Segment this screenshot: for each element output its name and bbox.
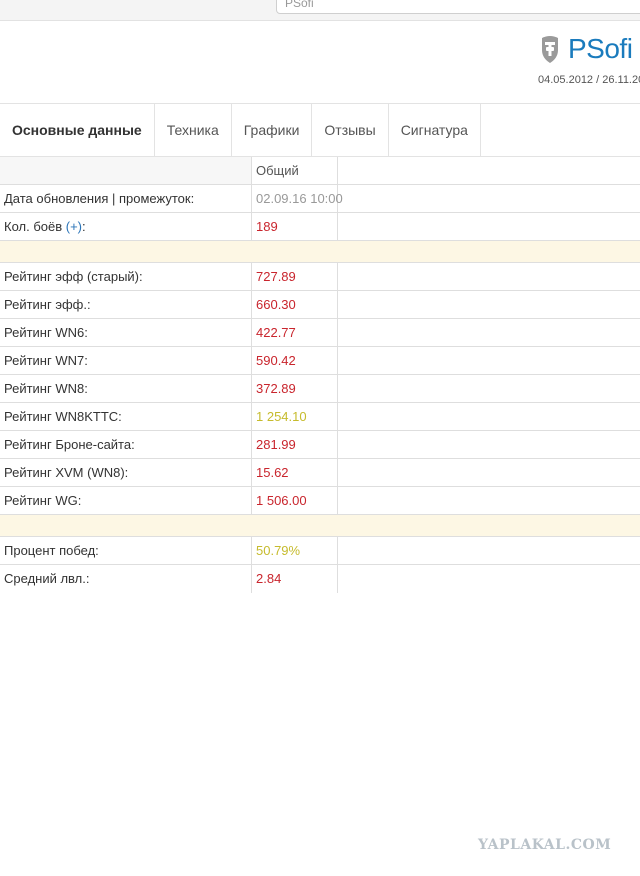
rating-label: Рейтинг WN7: xyxy=(0,347,252,374)
rating-value: 590.42 xyxy=(252,347,338,374)
player-title: PSofi xyxy=(540,33,633,64)
table-row-rating: Рейтинг WN8: 372.89 xyxy=(0,375,640,403)
section-separator xyxy=(0,241,640,263)
rating-label: Рейтинг XVM (WN8): xyxy=(0,459,252,486)
tab-4[interactable]: Сигнатура xyxy=(389,104,481,156)
player-name: PSofi xyxy=(568,33,633,64)
rating-value: 422.77 xyxy=(252,319,338,346)
battles-value: 189 xyxy=(252,213,338,240)
avglevel-value: 2.84 xyxy=(252,565,338,593)
battles-label: Кол. боёв (+): xyxy=(0,213,252,240)
winrate-label: Процент побед: xyxy=(0,537,252,564)
header-empty-cell xyxy=(0,157,252,184)
table-row-rating: Рейтинг Броне-сайта: 281.99 xyxy=(0,431,640,459)
rating-value: 15.62 xyxy=(252,459,338,486)
table-row-rating: Рейтинг XVM (WN8): 15.62 xyxy=(0,459,640,487)
winrate-value: 50.79% xyxy=(252,537,338,564)
table-row-avglevel: Средний лвл.: 2.84 xyxy=(0,565,640,593)
table-row-rating: Рейтинг эфф (старый): 727.89 xyxy=(0,263,640,291)
watermark: YAPLAKAL.COM xyxy=(478,837,612,853)
rating-label: Рейтинг WN8KTTC: xyxy=(0,403,252,430)
table-header-row: Общий xyxy=(0,157,640,185)
top-bar: PSofi xyxy=(0,0,640,21)
rating-value: 281.99 xyxy=(252,431,338,458)
column-header-overall: Общий xyxy=(252,157,338,184)
tab-1[interactable]: Техника xyxy=(155,104,232,156)
rating-label: Рейтинг Броне-сайта: xyxy=(0,431,252,458)
table-row-rating: Рейтинг WN6: 422.77 xyxy=(0,319,640,347)
table-row-update: Дата обновления | промежуток: 02.09.16 1… xyxy=(0,185,640,213)
update-value: 02.09.16 10:00 xyxy=(252,185,343,212)
wot-logo-icon xyxy=(542,36,558,63)
battles-expand-link[interactable]: (+) xyxy=(66,219,82,234)
update-label: Дата обновления | промежуток: xyxy=(0,185,252,212)
table-row-rating: Рейтинг WG: 1 506.00 xyxy=(0,487,640,515)
rating-value: 1 254.10 xyxy=(252,403,338,430)
stats-table: Общий Дата обновления | промежуток: 02.0… xyxy=(0,157,640,593)
avglevel-label: Средний лвл.: xyxy=(0,565,252,593)
table-row-battles: Кол. боёв (+): 189 xyxy=(0,213,640,241)
search-input[interactable]: PSofi xyxy=(276,0,640,14)
rating-value: 727.89 xyxy=(252,263,338,290)
rating-label: Рейтинг эфф.: xyxy=(0,291,252,318)
table-row-rating: Рейтинг WN7: 590.42 xyxy=(0,347,640,375)
tab-0[interactable]: Основные данные xyxy=(0,104,155,156)
rating-label: Рейтинг WG: xyxy=(0,487,252,514)
account-dates: 04.05.2012 / 26.11.2013 xyxy=(538,74,640,86)
table-row-rating: Рейтинг эфф.: 660.30 xyxy=(0,291,640,319)
rating-value: 1 506.00 xyxy=(252,487,338,514)
rating-value: 660.30 xyxy=(252,291,338,318)
rating-label: Рейтинг эфф (старый): xyxy=(0,263,252,290)
table-row-rating: Рейтинг WN8KTTC: 1 254.10 xyxy=(0,403,640,431)
rating-value: 372.89 xyxy=(252,375,338,402)
tab-2[interactable]: Графики xyxy=(232,104,313,156)
tab-3[interactable]: Отзывы xyxy=(312,104,389,156)
rating-label: Рейтинг WN8: xyxy=(0,375,252,402)
tab-bar: Основные данные Техника Графики Отзывы Сигна… xyxy=(0,103,640,157)
rating-label: Рейтинг WN6: xyxy=(0,319,252,346)
section-separator xyxy=(0,515,640,537)
table-row-winrate: Процент побед: 50.79% xyxy=(0,537,640,565)
